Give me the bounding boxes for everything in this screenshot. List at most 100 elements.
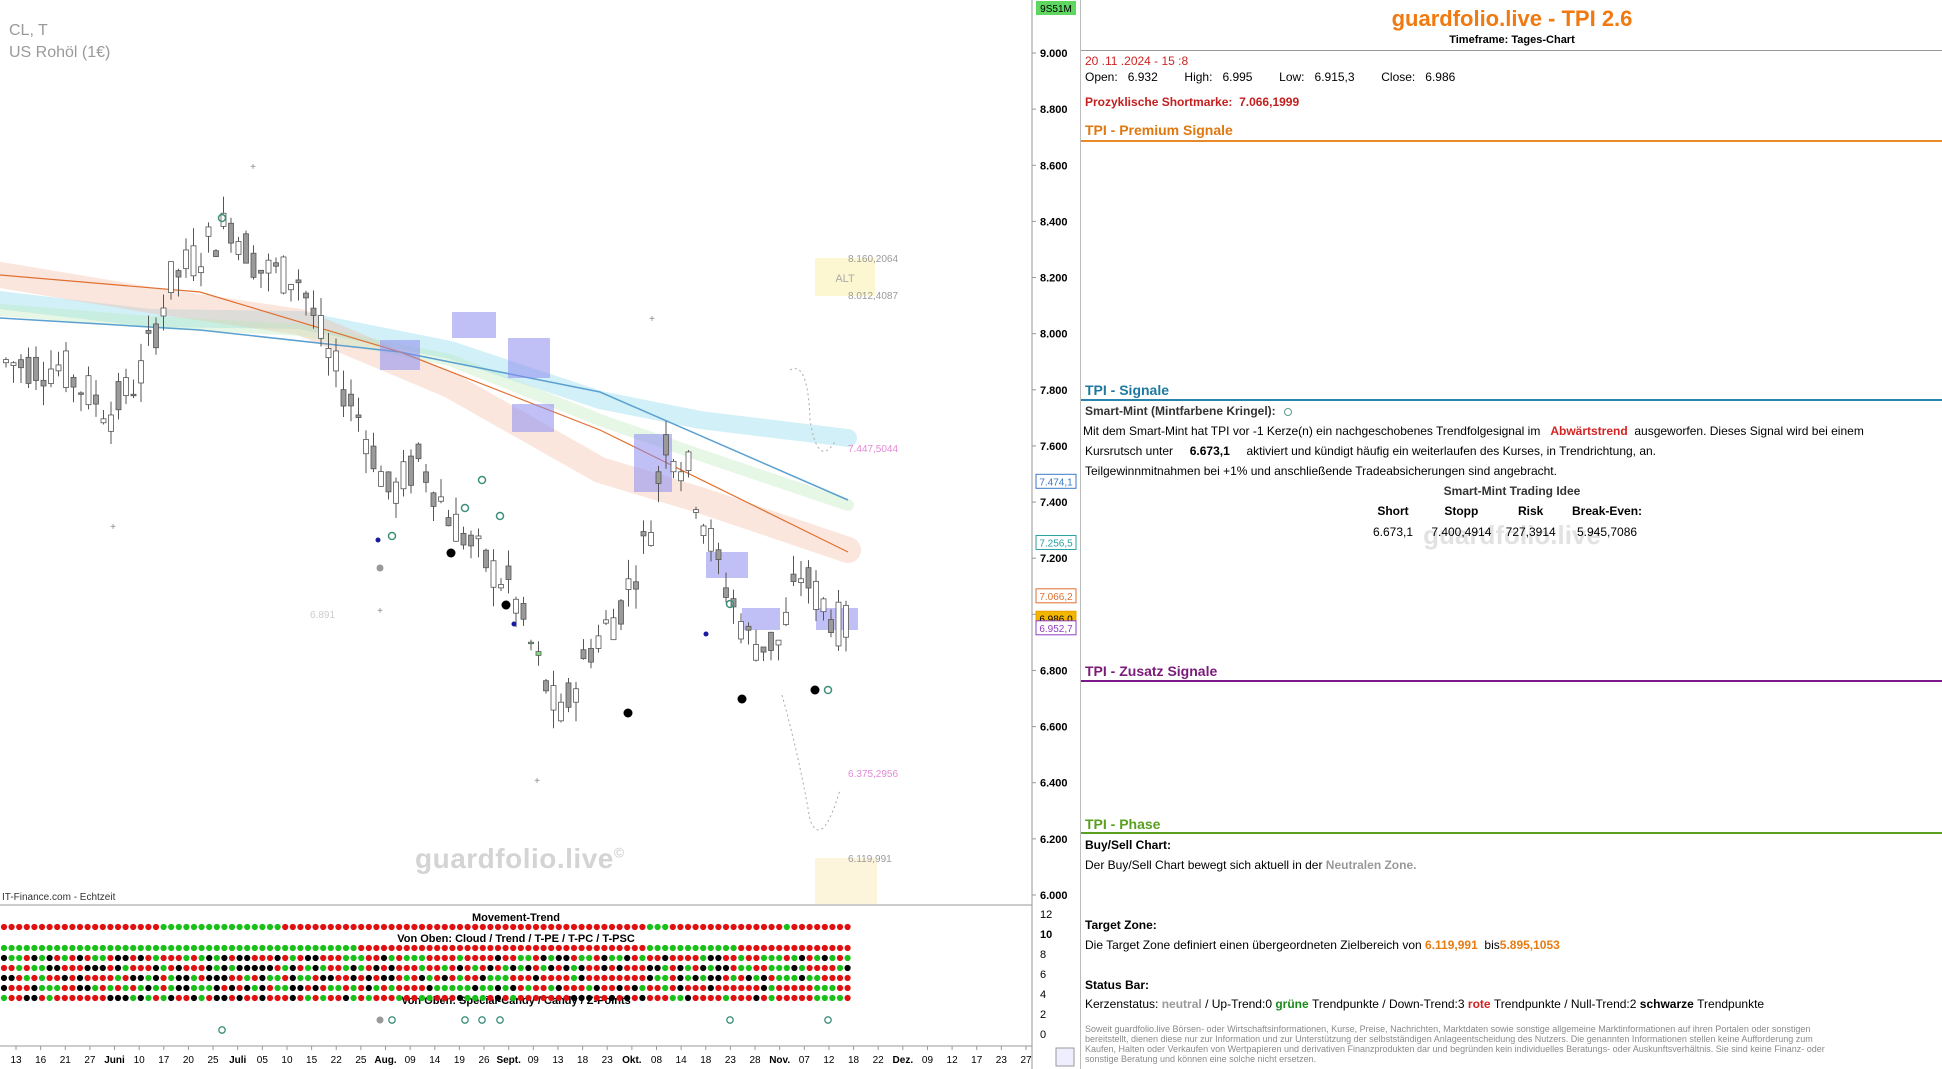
candle-body (798, 578, 804, 583)
trend-point (646, 923, 654, 931)
trend-point (441, 944, 448, 952)
trend-point (441, 964, 448, 972)
trend-point (76, 974, 84, 982)
trend-point (791, 974, 798, 982)
trend-point (8, 964, 15, 972)
signals-heading: TPI - Signale (1085, 382, 1170, 398)
trend-point (707, 923, 714, 931)
x-axis-label: 13 (552, 1055, 564, 1066)
trend-point (456, 944, 464, 952)
trend-point (266, 984, 274, 992)
trend-point (434, 944, 441, 952)
trend-point (745, 954, 752, 962)
trend-point (16, 994, 23, 1002)
trend-point (418, 923, 426, 931)
trend-point (365, 984, 372, 992)
trend-point (236, 974, 243, 982)
y-axis-label: 6.800 (1040, 665, 1068, 677)
trend-point (821, 974, 828, 982)
trend-point (494, 974, 502, 982)
trend-point (760, 954, 768, 962)
trend-point (175, 974, 182, 982)
trend-point (722, 923, 730, 931)
trend-point (69, 923, 76, 931)
candle-body (33, 356, 39, 381)
trend-point (654, 954, 661, 962)
trend-point (206, 954, 213, 962)
trend-point (715, 954, 722, 962)
trend-point (472, 994, 479, 1002)
trend-point (760, 944, 768, 952)
x-axis-label: 10 (281, 1055, 293, 1066)
trend-point (722, 984, 730, 992)
trend-point (61, 994, 68, 1002)
trend-point (16, 923, 23, 931)
trend-point (206, 984, 213, 992)
trend-point (213, 984, 220, 992)
trend-point (654, 964, 661, 972)
trend-point (297, 964, 304, 972)
null-trend-point (737, 694, 747, 704)
x-axis-label: 27 (84, 1055, 96, 1066)
trend-point (114, 944, 122, 952)
trend-point (517, 964, 524, 972)
trend-point (380, 984, 388, 992)
x-axis-label: 14 (429, 1055, 441, 1066)
trend-point (593, 964, 600, 972)
candle-body (288, 284, 294, 291)
trend-point (707, 964, 714, 972)
trend-point (274, 964, 281, 972)
trend-point (494, 923, 502, 931)
trend-point (38, 923, 46, 931)
x-axis-label: 25 (208, 1055, 220, 1066)
trend-point (130, 954, 137, 962)
trend-point (274, 984, 281, 992)
trend-point (570, 994, 578, 1002)
trend-point (791, 964, 798, 972)
trend-point (555, 994, 562, 1002)
trend-point (624, 954, 631, 962)
trend-point (639, 944, 646, 952)
trend-point (814, 923, 821, 931)
trend-point (23, 923, 30, 931)
trend-point (593, 984, 600, 992)
trend-point (312, 974, 319, 982)
trend-point (236, 994, 243, 1002)
trend-point (517, 994, 524, 1002)
trend-point (441, 923, 448, 931)
trend-point (190, 994, 198, 1002)
chart-area[interactable]: ALT + + + + +6.891 8.160,2064 8.012,4087 7.447,… (0, 0, 1077, 1069)
x-axis-label: 25 (355, 1055, 367, 1066)
trend-point (137, 954, 144, 962)
trend-point (548, 964, 555, 972)
trend-point (783, 994, 790, 1002)
trend-point (160, 974, 167, 982)
trend-point (312, 954, 319, 962)
trend-point (175, 923, 182, 931)
trend-point (502, 964, 509, 972)
trend-point (646, 954, 654, 962)
trend-point (365, 994, 372, 1002)
x-axis-label: 23 (602, 1055, 614, 1066)
left-mark-label: 6.891 (310, 610, 335, 621)
trend-point (760, 964, 768, 972)
candle-body (595, 635, 602, 649)
trend-point (396, 964, 403, 972)
chart-symbol: CL, T (9, 22, 48, 39)
x-axis-label: 18 (577, 1055, 589, 1066)
trend-point (38, 944, 46, 952)
trend-point (168, 964, 175, 972)
trend-point (669, 974, 676, 982)
trend-point (403, 923, 410, 931)
trend-point (555, 984, 562, 992)
trend-point (563, 954, 570, 962)
price-chart-canvas[interactable]: ALT + + + + +6.891 8.160,2064 8.012,4087 7.447,… (0, 0, 1080, 1069)
trend-point (464, 954, 471, 962)
trend-point (137, 974, 144, 982)
price-tag-label: 6.952,7 (1039, 624, 1073, 635)
trend-point (753, 944, 760, 952)
trend-point (745, 984, 752, 992)
trend-point (692, 954, 699, 962)
trend-point (289, 954, 296, 962)
trend-point (738, 974, 745, 982)
